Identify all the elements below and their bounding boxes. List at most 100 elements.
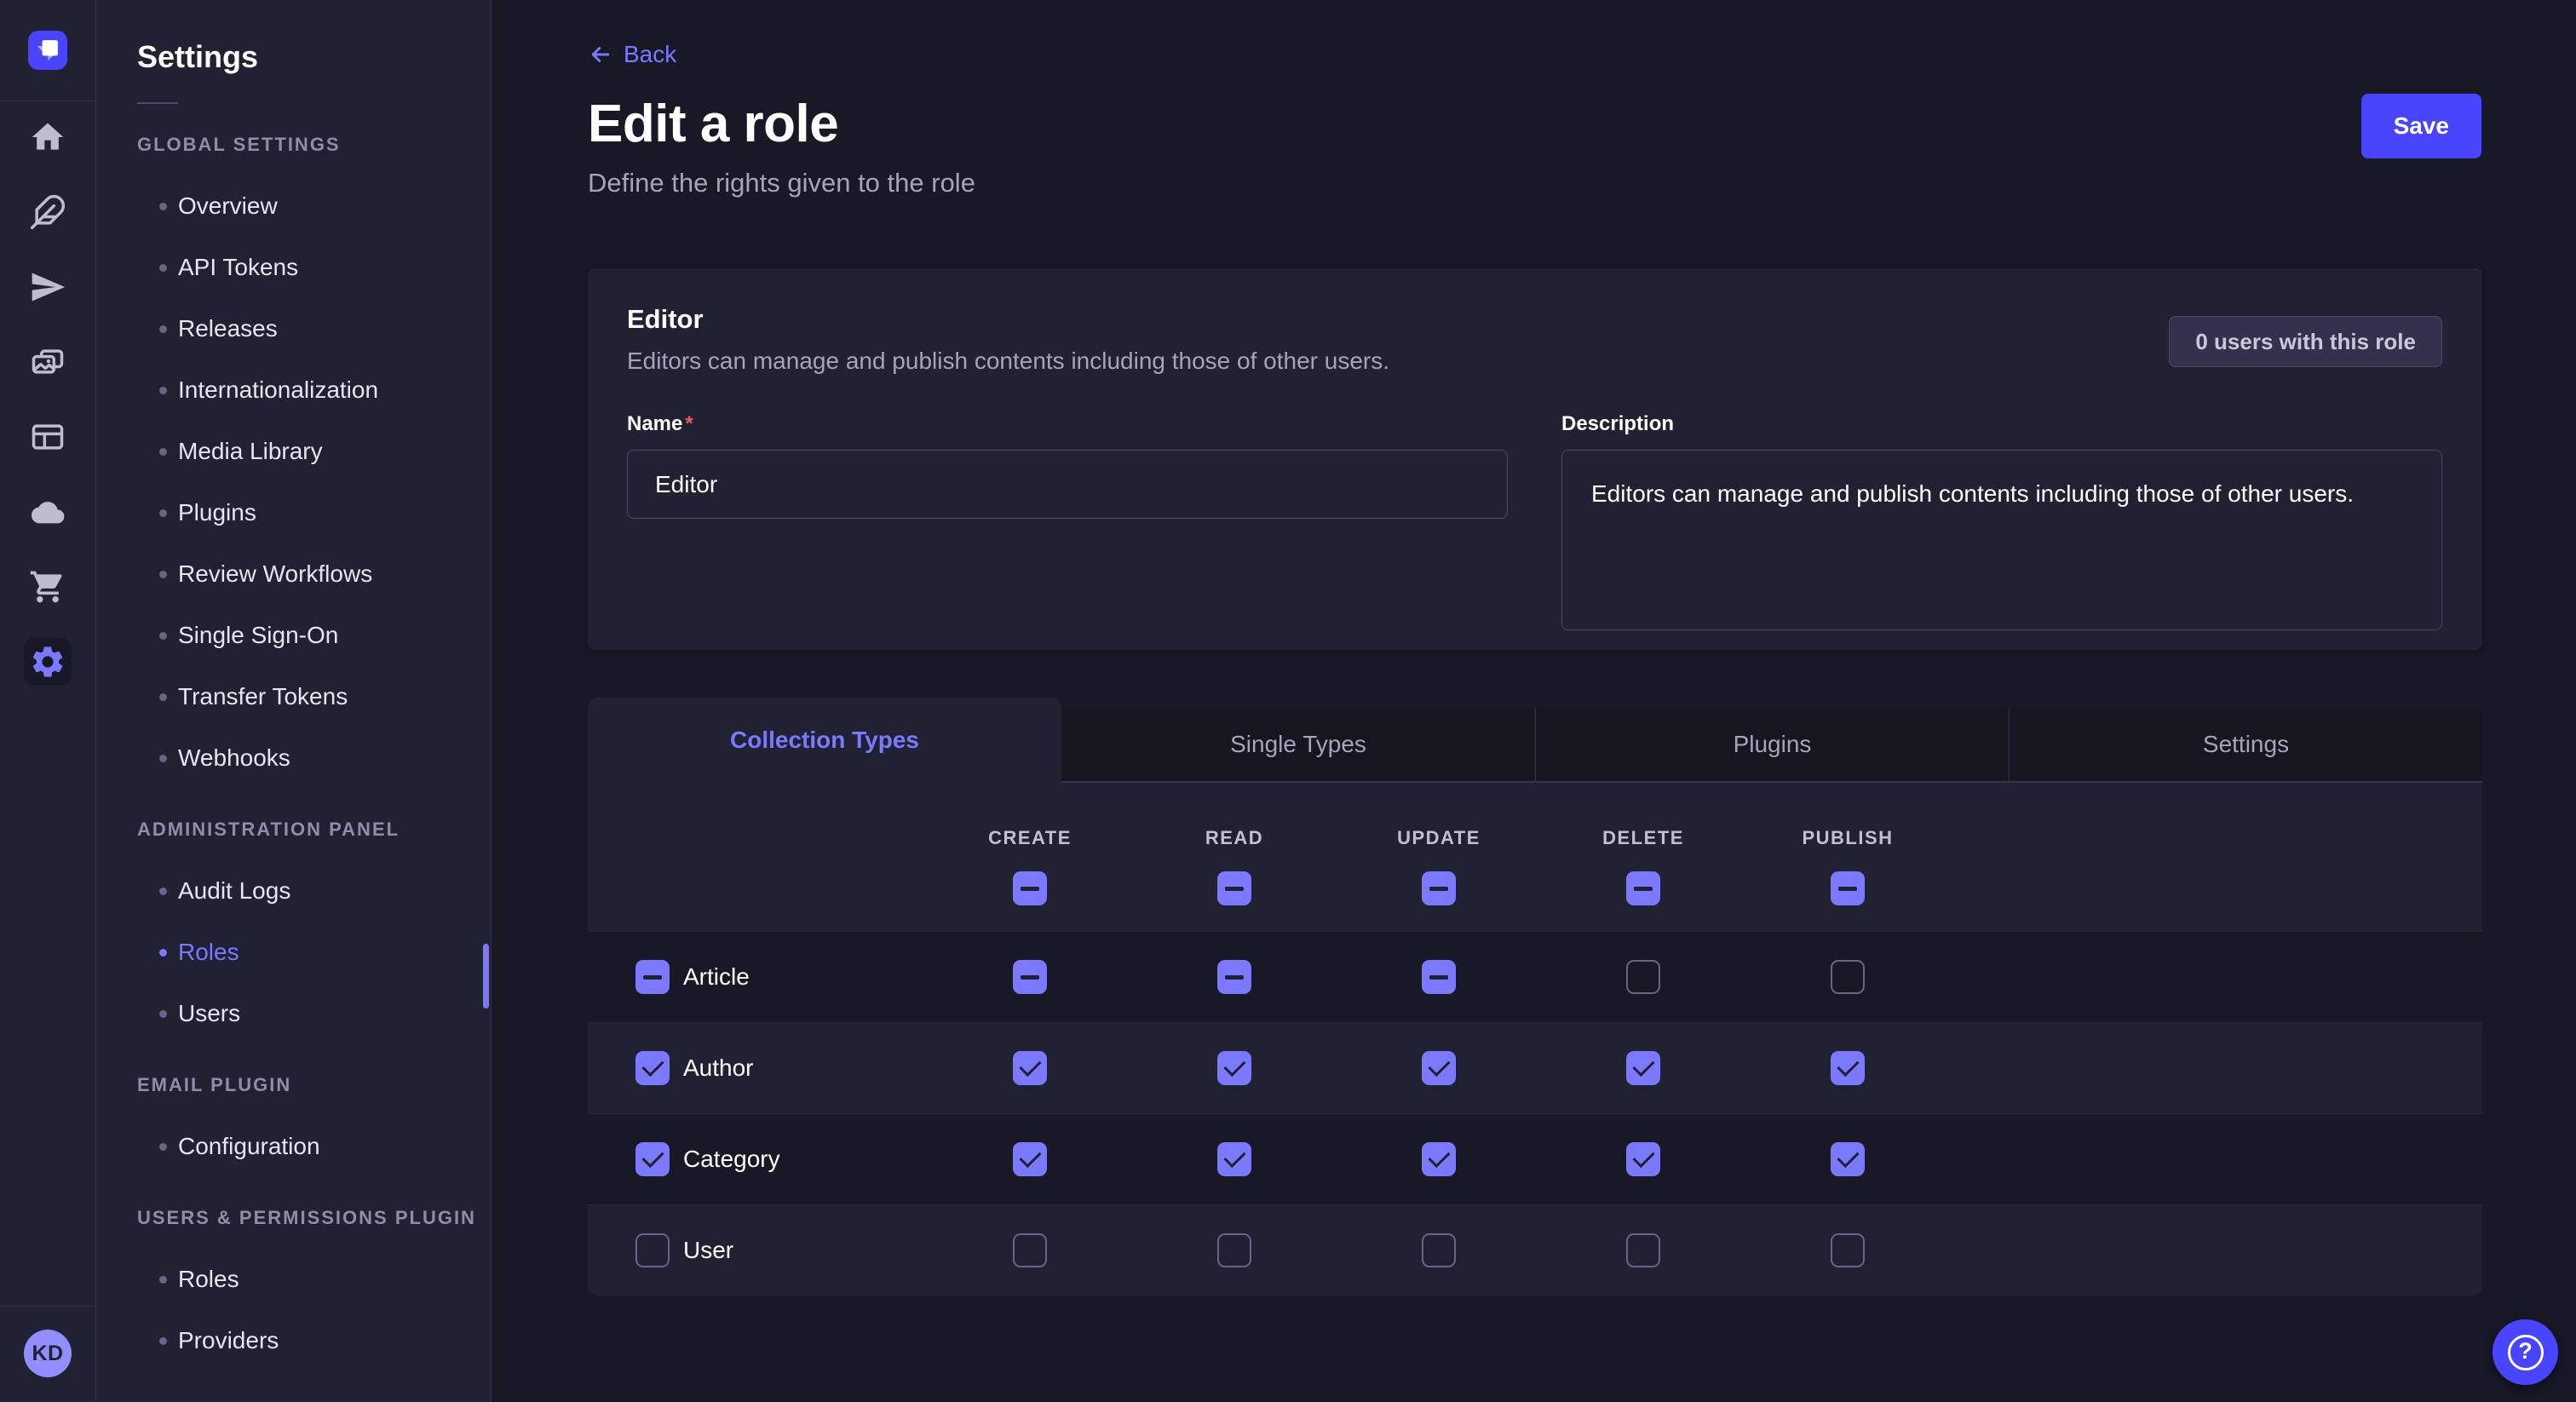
- name-input[interactable]: [627, 450, 1508, 519]
- sidebar-item-media-library[interactable]: Media Library: [159, 421, 491, 482]
- strapi-logo[interactable]: [28, 31, 67, 70]
- section-label-users-permissions-plugin: USERS & PERMISSIONS PLUGIN: [137, 1187, 491, 1249]
- sidebar-item-api-tokens[interactable]: API Tokens: [159, 237, 491, 298]
- description-textarea[interactable]: Editors can manage and publish contents …: [1561, 450, 2442, 630]
- description-field-group: Description Editors can manage and publi…: [1561, 412, 2442, 635]
- column-header-delete: DELETE: [1602, 827, 1684, 849]
- author-delete-checkbox[interactable]: [1626, 1051, 1660, 1085]
- bullet-icon: [159, 949, 167, 957]
- category-update-checkbox[interactable]: [1422, 1142, 1456, 1176]
- row-select-checkbox[interactable]: [635, 1051, 670, 1085]
- category-create-checkbox[interactable]: [1013, 1142, 1047, 1176]
- author-read-checkbox[interactable]: [1217, 1051, 1251, 1085]
- category-read-checkbox[interactable]: [1217, 1142, 1251, 1176]
- tab-single-types[interactable]: Single Types: [1061, 708, 1535, 783]
- bullet-icon: [159, 888, 167, 895]
- sidebar-item-audit-logs[interactable]: Audit Logs: [159, 860, 491, 922]
- settings-subnav: Settings GLOBAL SETTINGS Overview API To…: [96, 0, 492, 1402]
- rail-icon-list: [24, 113, 72, 713]
- settings-gear-icon[interactable]: [24, 638, 72, 686]
- sidebar-item-users[interactable]: Users: [159, 983, 491, 1044]
- sidebar-item-roles-up[interactable]: Roles: [159, 1249, 491, 1310]
- avatar[interactable]: KD: [24, 1330, 72, 1377]
- article-delete-checkbox[interactable]: [1626, 960, 1660, 994]
- tab-settings[interactable]: Settings: [2009, 708, 2482, 783]
- table-row-user: User: [588, 1204, 2482, 1296]
- row-select-checkbox[interactable]: [635, 1233, 670, 1267]
- category-publish-checkbox[interactable]: [1831, 1142, 1865, 1176]
- main-content: Back Edit a role Define the rights given…: [492, 0, 2576, 1402]
- article-publish-checkbox[interactable]: [1831, 960, 1865, 994]
- tab-collection-types[interactable]: Collection Types: [588, 698, 1061, 783]
- select-all-read-checkbox[interactable]: [1217, 871, 1251, 905]
- article-update-checkbox[interactable]: [1422, 960, 1456, 994]
- bullet-icon: [159, 448, 167, 456]
- rail-bottom: KD: [0, 1306, 95, 1402]
- bullet-icon: [159, 1143, 167, 1151]
- section-label-administration-panel: ADMINISTRATION PANEL: [137, 799, 491, 860]
- select-all-update-checkbox[interactable]: [1422, 871, 1456, 905]
- bullet-icon: [159, 693, 167, 701]
- rail-bottom-divider: [0, 1306, 95, 1307]
- row-select-checkbox[interactable]: [635, 1142, 670, 1176]
- cloud-icon[interactable]: [24, 488, 72, 536]
- select-all-create-checkbox[interactable]: [1013, 871, 1047, 905]
- table-row-category: Category: [588, 1113, 2482, 1204]
- users-with-role-button[interactable]: 0 users with this role: [2169, 316, 2442, 367]
- cart-icon[interactable]: [24, 563, 72, 611]
- sidebar-item-providers[interactable]: Providers: [159, 1310, 491, 1371]
- user-publish-checkbox[interactable]: [1831, 1233, 1865, 1267]
- tab-plugins[interactable]: Plugins: [1535, 708, 2009, 783]
- help-button[interactable]: ?: [2493, 1319, 2558, 1385]
- back-label: Back: [624, 41, 676, 68]
- user-update-checkbox[interactable]: [1422, 1233, 1456, 1267]
- user-create-checkbox[interactable]: [1013, 1233, 1047, 1267]
- bullet-icon: [159, 571, 167, 578]
- row-label: User: [683, 1237, 733, 1264]
- sidebar-item-configuration[interactable]: Configuration: [159, 1116, 491, 1177]
- permissions-tabbar: Collection Types Single Types Plugins Se…: [588, 698, 2482, 783]
- feather-icon[interactable]: [24, 188, 72, 236]
- sidebar-item-overview[interactable]: Overview: [159, 175, 491, 237]
- sidebar-item-webhooks[interactable]: Webhooks: [159, 727, 491, 789]
- author-publish-checkbox[interactable]: [1831, 1051, 1865, 1085]
- paper-plane-icon[interactable]: [24, 263, 72, 311]
- main-nav-rail: KD: [0, 0, 96, 1402]
- user-read-checkbox[interactable]: [1217, 1233, 1251, 1267]
- sidebar-item-single-sign-on[interactable]: Single Sign-On: [159, 605, 491, 666]
- sidebar-item-roles-admin[interactable]: Roles: [159, 922, 491, 983]
- bullet-icon: [159, 632, 167, 640]
- row-select-checkbox[interactable]: [635, 960, 670, 994]
- category-delete-checkbox[interactable]: [1626, 1142, 1660, 1176]
- name-label: Name*: [627, 412, 693, 435]
- row-label: Category: [683, 1146, 780, 1173]
- select-all-delete-checkbox[interactable]: [1626, 871, 1660, 905]
- description-label: Description: [1561, 412, 1674, 435]
- user-delete-checkbox[interactable]: [1626, 1233, 1660, 1267]
- sidebar-item-releases[interactable]: Releases: [159, 298, 491, 359]
- sidebar-item-internationalization[interactable]: Internationalization: [159, 359, 491, 421]
- sidebar-item-transfer-tokens[interactable]: Transfer Tokens: [159, 666, 491, 727]
- home-icon[interactable]: [24, 113, 72, 161]
- bullet-icon: [159, 1276, 167, 1284]
- column-header-read: READ: [1205, 827, 1263, 849]
- media-library-icon[interactable]: [24, 338, 72, 386]
- author-update-checkbox[interactable]: [1422, 1051, 1456, 1085]
- article-create-checkbox[interactable]: [1013, 960, 1047, 994]
- subnav-scrollbar-thumb[interactable]: [483, 944, 489, 1008]
- bullet-icon: [159, 203, 167, 210]
- table-row-article: Article: [588, 931, 2482, 1022]
- back-link[interactable]: Back: [588, 41, 676, 68]
- author-create-checkbox[interactable]: [1013, 1051, 1047, 1085]
- row-label: Article: [683, 963, 750, 991]
- page-title: Edit a role: [588, 94, 975, 154]
- sidebar-item-plugins[interactable]: Plugins: [159, 482, 491, 543]
- subnav-title-divider: [137, 102, 178, 104]
- sidebar-item-review-workflows[interactable]: Review Workflows: [159, 543, 491, 605]
- role-description-text: Editors can manage and publish contents …: [627, 348, 1389, 375]
- article-read-checkbox[interactable]: [1217, 960, 1251, 994]
- save-button[interactable]: Save: [2361, 94, 2481, 158]
- layout-icon[interactable]: [24, 413, 72, 461]
- bullet-icon: [159, 387, 167, 394]
- select-all-publish-checkbox[interactable]: [1831, 871, 1865, 905]
